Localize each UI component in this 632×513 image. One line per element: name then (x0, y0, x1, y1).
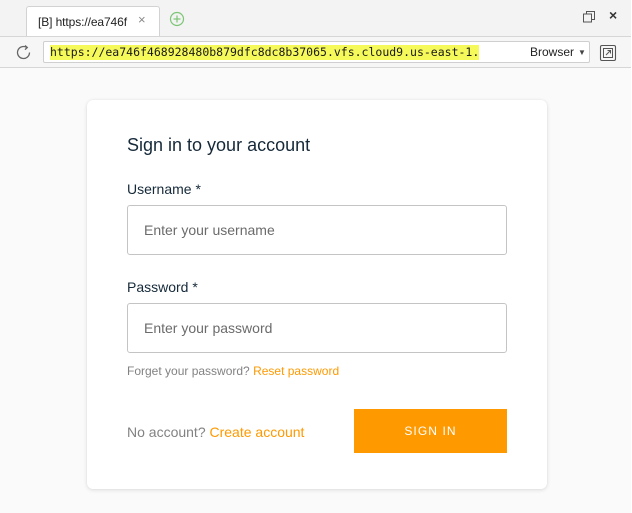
url-text[interactable]: https://ea746f468928480b879dfc8dc8b37065… (50, 45, 480, 60)
tab-strip: [B] https://ea746f × × (0, 0, 631, 36)
browser-tab[interactable]: [B] https://ea746f × (26, 6, 160, 36)
username-label: Username * (127, 181, 201, 197)
chevron-down-icon: ▼ (578, 48, 586, 57)
password-input[interactable] (127, 303, 507, 353)
reload-icon[interactable] (14, 43, 34, 63)
restore-window-icon[interactable] (582, 10, 596, 24)
close-window-icon[interactable]: × (609, 7, 617, 23)
tab-close-icon[interactable]: × (138, 13, 146, 27)
create-account-link[interactable]: Create account (210, 424, 305, 440)
page-title: Sign in to your account (127, 135, 311, 155)
forgot-password-text: Forget your password? (127, 364, 250, 378)
browser-dropdown[interactable]: Browser ▼ (530, 44, 588, 60)
address-toolbar: https://ea746f468928480b879dfc8dc8b37065… (0, 36, 631, 68)
no-account-text: No account? (127, 424, 206, 440)
browser-window: [B] https://ea746f × × https://ea746f468… (0, 0, 631, 513)
browser-dropdown-label: Browser (530, 45, 575, 59)
pop-out-icon[interactable] (599, 44, 617, 62)
reset-password-link[interactable]: Reset password (253, 364, 339, 378)
username-input[interactable] (127, 205, 507, 255)
tab-title: [B] https://ea746f (38, 15, 127, 29)
no-account-row: No account? Create account (127, 424, 304, 440)
password-label: Password * (127, 279, 198, 295)
sign-in-button[interactable]: SIGN IN (354, 409, 507, 453)
page-content: Sign in to your account Username * Passw… (0, 68, 631, 513)
sign-in-card: Sign in to your account Username * Passw… (87, 100, 547, 489)
forgot-password-hint: Forget your password? Reset password (127, 364, 339, 378)
address-bar[interactable]: https://ea746f468928480b879dfc8dc8b37065… (43, 41, 590, 63)
new-tab-icon[interactable] (169, 11, 185, 27)
